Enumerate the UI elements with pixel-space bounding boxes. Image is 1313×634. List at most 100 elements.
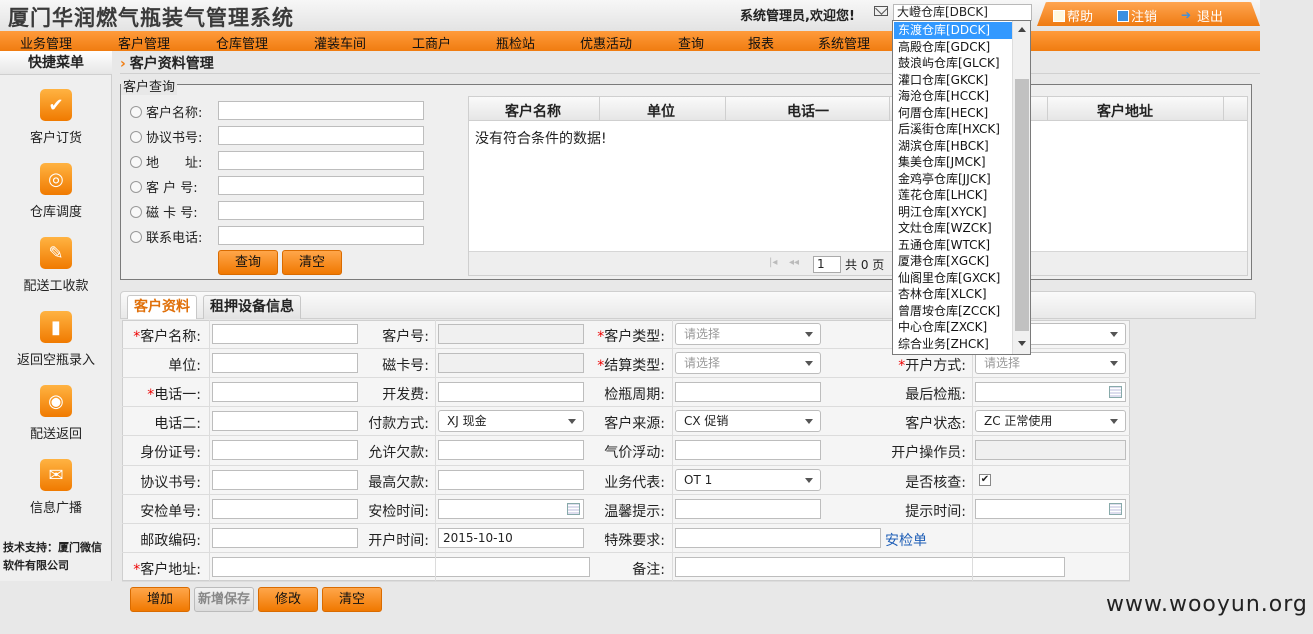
form-input[interactable] — [212, 382, 358, 403]
dropdown-option[interactable]: 海沧仓库[HCCK] — [894, 88, 1012, 105]
query-input-customer-name[interactable] — [218, 101, 424, 120]
form-input[interactable] — [975, 498, 1126, 519]
form-input[interactable] — [212, 556, 590, 577]
form-input[interactable] — [212, 469, 358, 490]
dropdown-option[interactable]: 仙阁里仓库[GXCK] — [894, 270, 1012, 287]
dropdown-option[interactable]: 综合业务[ZHCK] — [894, 336, 1012, 353]
dropdown-option[interactable]: 湖滨仓库[HBCK] — [894, 138, 1012, 155]
form-input[interactable] — [675, 556, 1065, 577]
form-input[interactable] — [438, 353, 584, 374]
edit-button[interactable]: 修改 — [258, 587, 318, 612]
scroll-up-icon[interactable] — [1018, 27, 1026, 32]
dropdown-option[interactable]: 曾厝垵仓库[ZCCK] — [894, 303, 1012, 320]
query-input-agreement-no[interactable] — [218, 126, 424, 145]
tab-rental-equipment[interactable]: 租押设备信息 — [203, 295, 301, 319]
column-header[interactable]: 客户地址 — [1097, 101, 1153, 121]
dropdown-option[interactable]: 后溪街仓库[HXCK] — [894, 121, 1012, 138]
nav-filling[interactable]: 灌装车间 — [314, 33, 366, 52]
nav-system[interactable]: 系统管理 — [818, 33, 870, 52]
dropdown-option[interactable]: 杏林仓库[XLCK] — [894, 286, 1012, 303]
nav-commercial[interactable]: 工商户 — [412, 33, 451, 52]
query-input-card-no[interactable] — [218, 201, 424, 220]
nav-promotion[interactable]: 优惠活动 — [580, 33, 632, 52]
nav-report[interactable]: 报表 — [748, 33, 774, 52]
form-input[interactable] — [975, 382, 1126, 403]
dropdown-option[interactable]: 莲花仓库[LHCK] — [894, 187, 1012, 204]
dropdown-option[interactable]: 高殿仓库[GDCK] — [894, 39, 1012, 56]
dropdown-option[interactable]: 中心仓库[ZXCK] — [894, 319, 1012, 336]
first-page-icon[interactable]: |◂ — [769, 257, 777, 268]
column-header[interactable]: 电话一 — [787, 101, 829, 121]
form-input[interactable] — [212, 440, 358, 461]
radio-card-no[interactable] — [130, 206, 142, 218]
warehouse-select[interactable]: 大嶝仓库[DBCK] — [893, 4, 1032, 21]
prev-page-icon[interactable]: ◂◂ — [789, 257, 799, 268]
calendar-icon[interactable] — [1109, 502, 1122, 515]
radio-address[interactable] — [130, 156, 142, 168]
dropdown-option[interactable]: 何厝仓库[HECK] — [894, 105, 1012, 122]
sidebar-item-empty-bottles[interactable]: ▮ 返回空瓶录入 — [0, 311, 112, 368]
sidebar-item-payment[interactable]: ✎ 配送工收款 — [0, 237, 112, 294]
form-input[interactable] — [438, 324, 584, 344]
save-new-button[interactable]: 新增保存 — [194, 587, 254, 612]
dropdown-scrollbar[interactable] — [1012, 21, 1030, 354]
form-select[interactable]: 请选择 — [675, 323, 821, 345]
sidebar-item-broadcast[interactable]: ✉ 信息广播 — [0, 459, 112, 516]
logout-link[interactable]: 注销 — [1117, 6, 1157, 25]
safety-form-link[interactable]: 安检单 — [885, 530, 927, 550]
dropdown-option[interactable]: 集美仓库[JMCK] — [894, 154, 1012, 171]
dropdown-option[interactable]: 五通仓库[WTCK] — [894, 237, 1012, 254]
dropdown-option[interactable]: 鼓浪屿仓库[GLCK] — [894, 55, 1012, 72]
scroll-down-icon[interactable] — [1018, 341, 1026, 346]
tab-customer-info[interactable]: 客户资料 — [127, 295, 197, 319]
form-select[interactable]: OT 1 — [675, 468, 821, 491]
dropdown-option[interactable]: 东渡仓库[DDCK] — [894, 22, 1012, 39]
dropdown-option[interactable]: 灌口仓库[GKCK] — [894, 72, 1012, 89]
dropdown-option[interactable]: 文灶仓库[WZCK] — [894, 220, 1012, 237]
radio-customer-name[interactable] — [130, 106, 142, 118]
form-input[interactable] — [212, 324, 358, 344]
form-input[interactable] — [212, 353, 358, 374]
calendar-icon[interactable] — [567, 502, 580, 515]
radio-phone[interactable] — [130, 231, 142, 243]
nav-inspection[interactable]: 瓶检站 — [496, 33, 535, 52]
form-select[interactable]: CX 促销 — [675, 410, 821, 433]
verify-checkbox[interactable]: ✔ — [979, 473, 991, 486]
sidebar-item-dispatch[interactable]: ◎ 仓库调度 — [0, 163, 112, 220]
dropdown-option[interactable]: 厦港仓库[XGCK] — [894, 253, 1012, 270]
sidebar-item-order[interactable]: ✔ 客户订货 — [0, 89, 112, 146]
query-input-phone[interactable] — [218, 226, 424, 245]
nav-query[interactable]: 查询 — [678, 33, 704, 52]
scrollbar-thumb[interactable] — [1015, 79, 1029, 331]
form-input[interactable] — [438, 469, 584, 490]
form-input[interactable] — [212, 411, 358, 432]
form-input[interactable]: 2015-10-10 — [438, 527, 584, 548]
calendar-icon[interactable] — [1109, 386, 1122, 399]
form-select[interactable]: ZC 正常使用 — [975, 410, 1126, 433]
form-input[interactable] — [675, 498, 821, 519]
form-input[interactable] — [212, 498, 358, 519]
radio-agreement-no[interactable] — [130, 131, 142, 143]
warehouse-dropdown-list[interactable]: 东渡仓库[DDCK] 高殿仓库[GDCK] 鼓浪屿仓库[GLCK] 灌口仓库[GKCK… — [892, 20, 1031, 355]
nav-customer[interactable]: 客户管理 — [118, 33, 170, 52]
search-button[interactable]: 查询 — [218, 250, 278, 275]
form-input[interactable] — [675, 440, 821, 461]
clear-form-button[interactable]: 清空 — [322, 587, 382, 612]
form-input[interactable] — [675, 527, 881, 548]
nav-warehouse[interactable]: 仓库管理 — [216, 33, 268, 52]
form-input[interactable] — [438, 498, 584, 519]
form-input[interactable] — [438, 440, 584, 461]
exit-link[interactable]: ➔ 退出 — [1181, 6, 1223, 26]
dropdown-option[interactable]: 金鸡亭仓库[JJCK] — [894, 171, 1012, 188]
query-input-address[interactable] — [218, 151, 424, 170]
form-input[interactable] — [212, 527, 358, 548]
help-link[interactable]: 帮助 — [1053, 6, 1093, 25]
mail-icon[interactable] — [874, 6, 888, 16]
column-header[interactable]: 单位 — [647, 101, 675, 121]
form-select[interactable]: 请选择 — [975, 352, 1126, 375]
form-input[interactable] — [975, 440, 1126, 461]
form-select[interactable]: 请选择 — [675, 352, 821, 375]
form-input[interactable] — [675, 382, 821, 403]
nav-business[interactable]: 业务管理 — [20, 33, 72, 52]
page-number-input[interactable]: 1 — [813, 256, 841, 273]
